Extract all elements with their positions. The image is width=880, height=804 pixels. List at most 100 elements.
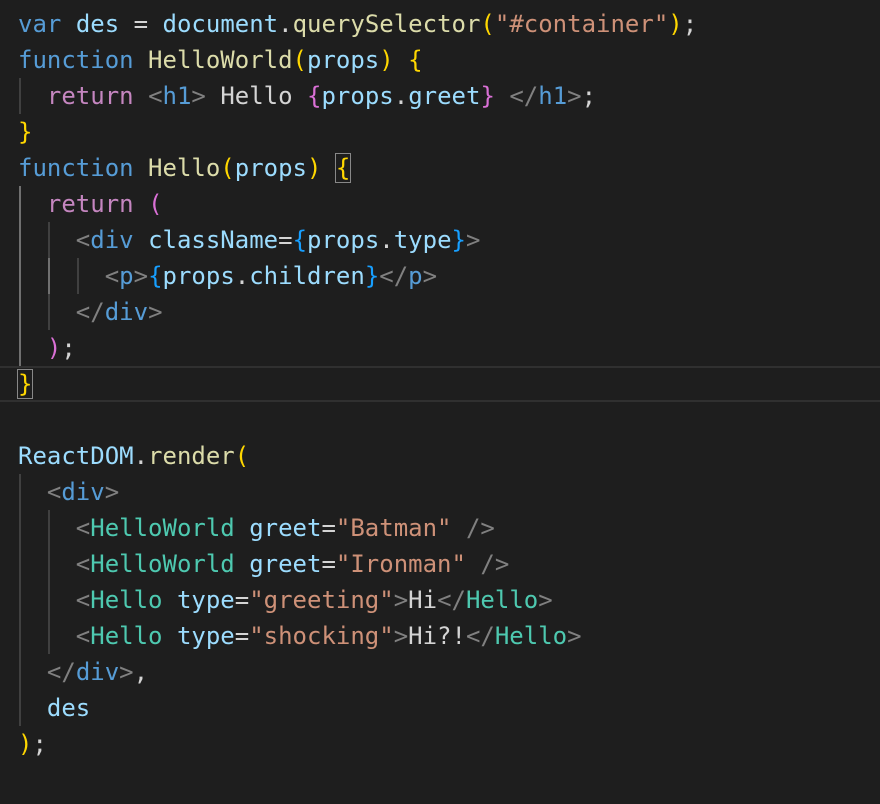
code-token: { [408, 46, 423, 74]
code-token: . [234, 262, 250, 290]
code-token: document [162, 10, 279, 38]
code-token: > [133, 262, 149, 290]
indent-guide [19, 546, 21, 582]
code-token: = [119, 10, 163, 38]
code-line[interactable]: <HelloWorld greet="Batman" /> [0, 510, 880, 546]
code-token: div [104, 298, 149, 326]
code-token: > [567, 622, 582, 650]
indent-guide [19, 582, 21, 618]
code-token: = [321, 514, 336, 542]
code-line[interactable]: <Hello type="shocking">Hi?!</Hello> [0, 618, 880, 654]
code-token: p [119, 262, 134, 290]
code-line[interactable]: } [0, 366, 880, 402]
indent-guide [19, 222, 21, 258]
code-token: children [249, 262, 365, 290]
code-token: ( [292, 46, 307, 74]
code-token: Hello [465, 586, 539, 614]
code-token: function [18, 46, 134, 74]
code-token: props [321, 82, 394, 110]
code-line[interactable]: <div> [0, 474, 880, 510]
code-token: > [422, 262, 438, 290]
indent-guide [48, 546, 50, 582]
code-token: { [148, 262, 163, 290]
code-line[interactable]: des [0, 690, 880, 726]
code-token: </ [509, 82, 539, 110]
code-line[interactable]: <div className={props.type}> [0, 222, 880, 258]
code-token: < [75, 226, 91, 254]
indent-guide [19, 78, 21, 114]
indent-guide [48, 618, 50, 654]
code-token: /> [465, 514, 495, 542]
code-token: type [176, 586, 235, 614]
code-token: ( [148, 190, 163, 218]
code-line[interactable]: var des = document.querySelector("#conta… [0, 6, 880, 42]
code-token: des [46, 694, 91, 722]
indent-guide [19, 474, 21, 510]
code-token: > [119, 658, 134, 686]
code-line[interactable]: <p>{props.children}</p> [0, 258, 880, 294]
code-line[interactable]: return <h1> Hello {props.greet} </h1>; [0, 78, 880, 114]
code-token: { [292, 226, 308, 254]
code-line[interactable]: ); [0, 330, 880, 366]
code-token: Hello [148, 154, 221, 182]
code-token: var [18, 10, 62, 38]
code-line[interactable]: </div> [0, 294, 880, 330]
code-token: < [75, 514, 91, 542]
code-token: ReactDOM [18, 442, 134, 470]
indent-guide [19, 258, 21, 294]
code-token: render [148, 442, 235, 470]
code-token: "greeting" [249, 586, 394, 614]
code-token: ( [220, 154, 235, 182]
code-line[interactable]: return ( [0, 186, 880, 222]
code-token: HelloWorld [148, 46, 293, 74]
code-token: < [75, 586, 91, 614]
code-token: . [379, 226, 394, 254]
code-token: greet [249, 550, 322, 578]
code-token: </ [75, 298, 105, 326]
code-token: </ [437, 586, 466, 614]
code-line[interactable]: function Hello(props) { [0, 150, 880, 186]
code-token: ) [379, 46, 394, 74]
code-line[interactable]: function HelloWorld(props) { [0, 42, 880, 78]
code-editor[interactable]: var des = document.querySelector("#conta… [0, 6, 880, 762]
code-line[interactable]: </div>, [0, 654, 880, 690]
code-token: > [104, 478, 120, 506]
indent-guide [48, 582, 50, 618]
code-line[interactable]: } [0, 114, 880, 150]
code-token: props [307, 46, 380, 74]
code-token: > [393, 622, 409, 650]
code-token: props [307, 226, 380, 254]
code-line[interactable] [0, 402, 880, 438]
code-token: = [234, 622, 250, 650]
code-token: = [278, 226, 293, 254]
code-line[interactable]: ReactDOM.render( [0, 438, 880, 474]
indent-guide [48, 294, 50, 330]
code-token: type [176, 622, 235, 650]
code-token: return [46, 190, 134, 218]
code-line[interactable]: ); [0, 726, 880, 762]
code-token: Hello [90, 622, 163, 650]
indent-guide [77, 258, 79, 294]
code-token: > [191, 82, 206, 110]
code-token: Hello [205, 82, 308, 110]
code-token: < [148, 82, 163, 110]
indent-guide [19, 186, 21, 222]
code-token: < [104, 262, 120, 290]
code-token: Hello [494, 622, 568, 650]
code-token: HelloWorld [90, 550, 235, 578]
code-token: } [451, 226, 466, 254]
indent-guide [19, 294, 21, 330]
code-line[interactable]: <Hello type="greeting">Hi</Hello> [0, 582, 880, 618]
code-line[interactable]: <HelloWorld greet="Ironman" /> [0, 546, 880, 582]
matched-bracket: } [16, 369, 34, 399]
code-token: className [148, 226, 279, 254]
